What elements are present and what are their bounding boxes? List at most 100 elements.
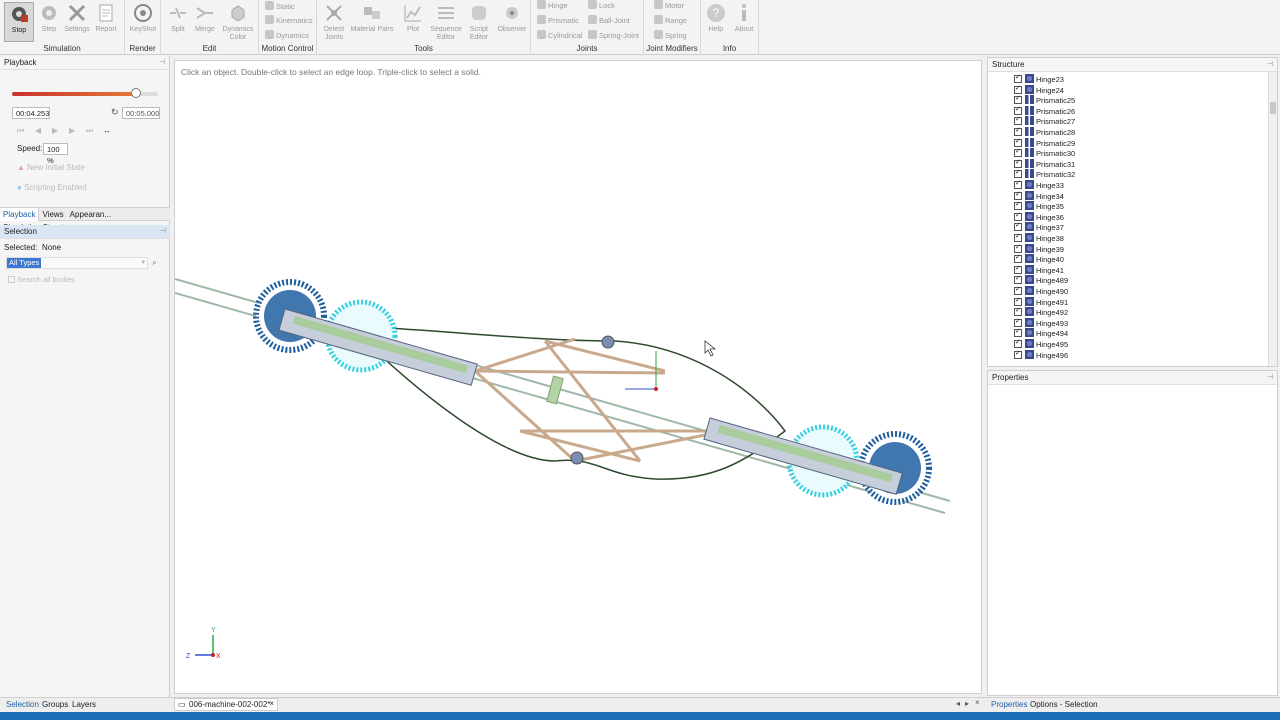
pin-icon[interactable]: ⊣ xyxy=(159,56,165,70)
visibility-checkbox[interactable] xyxy=(1014,94,1022,105)
structure-item[interactable]: Prismatic28 xyxy=(1014,126,1075,138)
bounce-icon[interactable]: ↔ xyxy=(103,126,111,135)
structure-item[interactable]: Prismatic26 xyxy=(1014,105,1075,117)
visibility-checkbox[interactable] xyxy=(1014,232,1022,243)
tab-playback[interactable]: Playback xyxy=(0,208,40,221)
cylindrical-button[interactable]: Cylindrical xyxy=(537,30,583,42)
motor-button[interactable]: Motor xyxy=(654,0,684,12)
visibility-checkbox[interactable] xyxy=(1014,221,1022,232)
visibility-checkbox[interactable] xyxy=(1014,264,1022,274)
mechanism-model[interactable]: Y Z X xyxy=(175,61,981,693)
new-initial-state-button[interactable]: ▲ New Initial State xyxy=(17,163,85,172)
visibility-checkbox[interactable] xyxy=(1014,168,1022,179)
about-button[interactable]: About xyxy=(729,2,759,42)
structure-item[interactable]: Hinge489 xyxy=(1014,274,1068,286)
structure-item[interactable]: Hinge490 xyxy=(1014,285,1068,297)
visibility-checkbox[interactable] xyxy=(1014,285,1022,296)
split-button[interactable]: Split xyxy=(163,2,193,42)
structure-item[interactable]: Hinge494 xyxy=(1014,327,1068,339)
tab-appearance[interactable]: Appearan... xyxy=(67,208,114,221)
dynamics-button[interactable]: Dynamics xyxy=(265,30,309,42)
visibility-checkbox[interactable] xyxy=(1014,179,1022,190)
scroll-right-icon[interactable]: ▸ xyxy=(965,699,969,708)
visibility-checkbox[interactable] xyxy=(1014,338,1022,349)
current-time-field[interactable]: 00:04.253 xyxy=(12,107,50,119)
tab-layers[interactable]: Layers xyxy=(72,700,96,709)
structure-item[interactable]: Hinge491 xyxy=(1014,296,1068,308)
hinge-button[interactable]: Hinge xyxy=(537,0,568,12)
prismatic-button[interactable]: Prismatic xyxy=(537,15,579,27)
structure-item[interactable]: Hinge38 xyxy=(1014,232,1064,244)
visibility-checkbox[interactable] xyxy=(1014,274,1022,285)
structure-item[interactable]: Hinge23 xyxy=(1014,73,1064,85)
visibility-checkbox[interactable] xyxy=(1014,243,1022,253)
structure-item[interactable]: Prismatic30 xyxy=(1014,147,1075,159)
document-tab[interactable]: ▭ 006-machine-002-002* × xyxy=(174,698,278,711)
next-frame-icon[interactable]: ▶ xyxy=(69,126,75,135)
merge-button[interactable]: Merge xyxy=(190,2,220,42)
plot-button[interactable]: Plot xyxy=(398,2,428,42)
structure-item[interactable]: Hinge35 xyxy=(1014,200,1064,212)
report-button[interactable]: Report xyxy=(91,2,121,42)
structure-pin-icon[interactable]: ⊣ xyxy=(1267,58,1273,72)
visibility-checkbox[interactable] xyxy=(1014,306,1022,317)
settings-button[interactable]: Settings xyxy=(62,2,92,42)
visibility-checkbox[interactable] xyxy=(1014,296,1022,306)
first-frame-icon[interactable]: ⏮ xyxy=(17,126,24,136)
structure-item[interactable]: Hinge493 xyxy=(1014,317,1068,329)
visibility-checkbox[interactable] xyxy=(1014,349,1022,359)
visibility-checkbox[interactable] xyxy=(1014,84,1022,94)
visibility-checkbox[interactable] xyxy=(1014,327,1022,338)
sequence-editor-button[interactable]: Sequence Editor xyxy=(428,2,464,42)
visibility-checkbox[interactable] xyxy=(1014,115,1022,126)
visibility-checkbox[interactable] xyxy=(1014,158,1022,168)
search-icon[interactable]: ⌕ xyxy=(152,257,157,268)
structure-scrollbar[interactable] xyxy=(1268,72,1277,366)
visibility-checkbox[interactable] xyxy=(1014,211,1022,221)
properties-pin-icon[interactable]: ⊣ xyxy=(1267,371,1273,385)
loop-icon[interactable]: ↻ xyxy=(111,107,119,118)
visibility-checkbox[interactable] xyxy=(1014,190,1022,200)
structure-item[interactable]: Hinge34 xyxy=(1014,190,1064,202)
structure-item[interactable]: Prismatic25 xyxy=(1014,94,1075,106)
structure-item[interactable]: Hinge492 xyxy=(1014,306,1068,318)
structure-item[interactable]: Hinge40 xyxy=(1014,253,1064,265)
structure-item[interactable]: Hinge495 xyxy=(1014,338,1068,350)
last-frame-icon[interactable]: ⏭ xyxy=(86,126,93,136)
scroll-left-icon[interactable]: ◂ xyxy=(956,699,960,708)
material-pairs-button[interactable]: Material Pairs xyxy=(349,2,395,42)
visibility-checkbox[interactable] xyxy=(1014,147,1022,158)
script-editor-button[interactable]: Script Editor xyxy=(465,2,493,42)
spring-button[interactable]: Spring xyxy=(654,30,687,42)
close-icon[interactable]: × xyxy=(269,699,274,708)
scripting-enabled-toggle[interactable]: ● Scripting Enabled xyxy=(17,183,87,192)
ball-joint-button[interactable]: Ball-Joint xyxy=(588,15,630,27)
observer-button[interactable]: Observer xyxy=(495,2,529,42)
tab-views[interactable]: Views xyxy=(39,208,66,221)
static-button[interactable]: Static xyxy=(265,1,295,13)
visibility-checkbox[interactable] xyxy=(1014,73,1022,84)
search-all-bodies-checkbox[interactable]: Search all bodies xyxy=(8,275,75,284)
stop-button[interactable]: Stop xyxy=(4,2,34,42)
visibility-checkbox[interactable] xyxy=(1014,137,1022,147)
help-button[interactable]: ? Help xyxy=(701,2,731,42)
pivot-joint[interactable] xyxy=(570,451,584,465)
end-time-field[interactable]: 00:05.000 xyxy=(122,107,160,119)
structure-item[interactable]: Hinge33 xyxy=(1014,179,1064,191)
tab-properties[interactable]: Properties xyxy=(991,700,1027,709)
play-icon[interactable]: ▶ xyxy=(52,126,58,135)
lock-button[interactable]: Lock xyxy=(588,0,615,12)
visibility-checkbox[interactable] xyxy=(1014,200,1022,211)
visibility-checkbox[interactable] xyxy=(1014,317,1022,327)
range-button[interactable]: Range xyxy=(654,15,687,27)
playback-slider-knob[interactable] xyxy=(131,88,142,98)
tab-selection[interactable]: Selection xyxy=(6,700,39,709)
playback-slider[interactable] xyxy=(12,88,158,98)
prev-frame-icon[interactable]: ◀ xyxy=(35,126,41,135)
structure-item[interactable]: Hinge39 xyxy=(1014,243,1064,255)
dynamics-color-button[interactable]: Dynamics Color xyxy=(221,2,255,42)
pivot-joint[interactable] xyxy=(601,335,615,349)
tab-groups[interactable]: Groups xyxy=(42,700,68,709)
spring-joint-button[interactable]: Spring-Joint xyxy=(588,30,639,42)
visibility-checkbox[interactable] xyxy=(1014,105,1022,115)
